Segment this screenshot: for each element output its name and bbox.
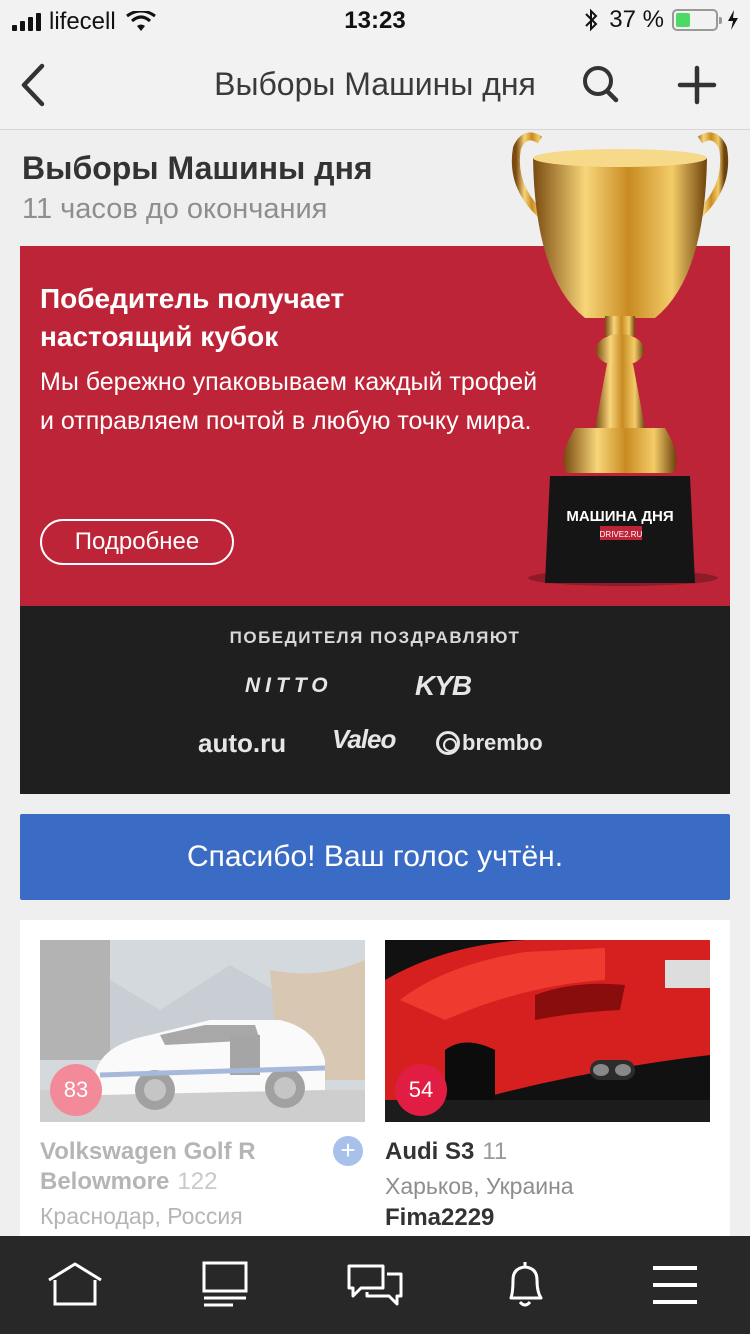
- messages-icon[interactable]: [345, 1258, 405, 1312]
- add-icon[interactable]: +: [333, 1136, 363, 1166]
- bluetooth-icon: [585, 8, 598, 32]
- status-bar: lifecell 13:23 37 %: [0, 0, 750, 42]
- vote-count-badge: 54: [395, 1064, 447, 1116]
- details-button[interactable]: Подробнее: [40, 519, 234, 565]
- vote-confirmation: Спасибо! Ваш голос учтён.: [20, 814, 730, 900]
- autoru-logo: auto.ru: [198, 728, 287, 758]
- battery-percent: 37 %: [609, 6, 664, 33]
- battery-icon: [672, 9, 722, 31]
- feed-icon[interactable]: [195, 1258, 255, 1312]
- vote-count-badge: 83: [50, 1064, 102, 1116]
- menu-icon[interactable]: [645, 1258, 705, 1312]
- car-count: 11: [482, 1138, 508, 1165]
- brembo-logo: brembo: [436, 730, 543, 756]
- kyb-logo: KYB: [415, 670, 472, 701]
- home-icon[interactable]: [45, 1258, 105, 1312]
- trophy-brand-text: DRIVE2.RU: [600, 530, 643, 539]
- car-location: Краснодар, Россия: [40, 1203, 243, 1229]
- car-count: 122: [177, 1168, 218, 1195]
- trophy-plate-text: МАШИНА ДНЯ: [566, 508, 673, 525]
- tab-bar: [0, 1236, 750, 1334]
- plus-icon[interactable]: [672, 60, 722, 110]
- notifications-icon[interactable]: [495, 1258, 555, 1312]
- countdown: 11 часов до окончания: [22, 193, 328, 225]
- car-card[interactable]: 83 Volkswagen Golf R Belowmore 122 Красно…: [40, 940, 365, 1230]
- sponsors-block: ПОБЕДИТЕЛЯ ПОЗДРАВЛЯЮТ NITTO KYB auto.ru…: [20, 606, 730, 794]
- brembo-mark-icon: [436, 731, 460, 755]
- car-title[interactable]: Volkswagen Golf R Belowmore 122: [40, 1137, 365, 1197]
- valeo-logo: Valeo: [332, 724, 396, 754]
- car-owner[interactable]: Fima2229: [385, 1204, 710, 1232]
- search-icon[interactable]: [575, 60, 625, 110]
- car-title[interactable]: Audi S3 11: [385, 1137, 710, 1167]
- car-name[interactable]: Volkswagen Golf R Belowmore: [40, 1138, 256, 1195]
- brembo-wordmark: brembo: [462, 730, 543, 755]
- car-name[interactable]: Audi S3: [385, 1138, 474, 1165]
- sponsors-title: ПОБЕДИТЕЛЯ ПОЗДРАВЛЯЮТ: [229, 628, 521, 647]
- nitto-logo: NITTO: [245, 674, 333, 697]
- page-title: Выборы Машины дня: [22, 150, 373, 186]
- charging-icon: [728, 10, 738, 30]
- navigation-bar: Выборы Машины дня: [0, 42, 750, 130]
- car-card[interactable]: 54 Audi S3 11 Харьков, Украина Fima2229: [385, 940, 710, 1232]
- car-list: 83 Volkswagen Golf R Belowmore 122 Красно…: [20, 920, 730, 1250]
- promo-text: Мы бережно упаковываем каждый трофей и о…: [40, 368, 538, 435]
- trophy-image: МАШИНА ДНЯ DRIVE2.RU: [511, 132, 729, 586]
- promo-title: Победитель получает настоящий кубок: [40, 283, 345, 352]
- battery-fill: [676, 13, 691, 27]
- status-right: 37 %: [583, 6, 740, 34]
- car-location: Харьков, Украина: [385, 1173, 574, 1199]
- nav-title: Выборы Машины дня: [214, 66, 536, 102]
